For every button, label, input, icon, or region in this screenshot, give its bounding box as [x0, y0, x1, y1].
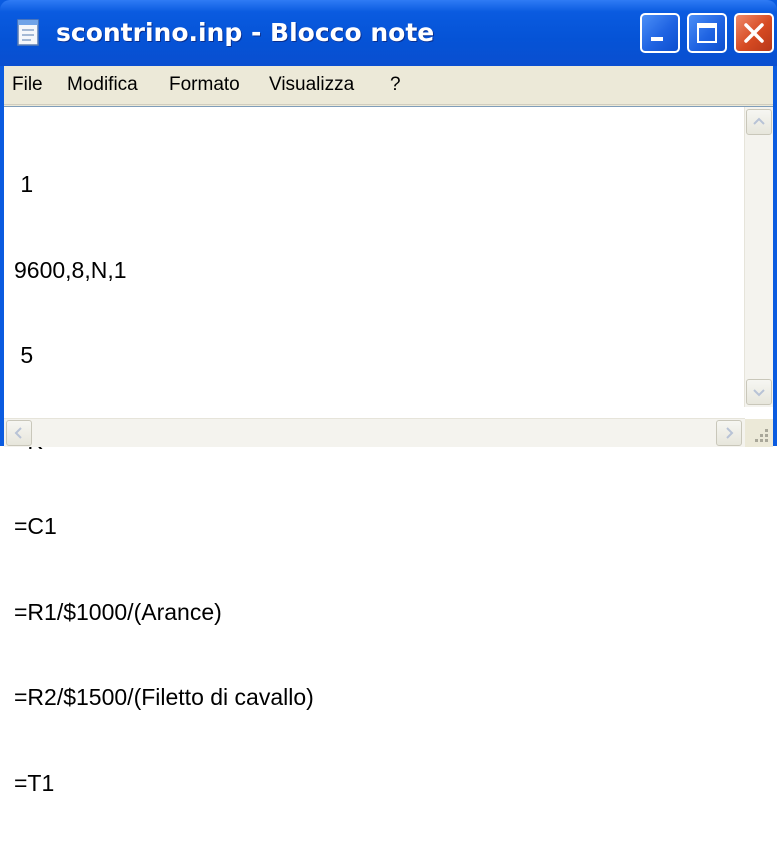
scroll-left-button[interactable]	[6, 420, 32, 446]
maximize-button[interactable]	[687, 13, 727, 53]
notepad-window: scontrino.inp - Blocco note File Modific…	[0, 0, 777, 796]
notepad-icon[interactable]	[14, 17, 42, 47]
text-line: =C1	[14, 513, 57, 539]
scroll-right-button[interactable]	[716, 420, 742, 446]
window-frame: File Modifica Formato Visualizza ? 1 960…	[4, 66, 773, 796]
title-bar[interactable]: scontrino.inp - Blocco note	[0, 0, 777, 66]
menu-help[interactable]: ?	[390, 74, 401, 96]
text-line: 1	[14, 171, 34, 197]
text-line: =R1/$1000/(Arance)	[14, 598, 222, 625]
window-title: scontrino.inp - Blocco note	[56, 18, 435, 47]
horizontal-scrollbar[interactable]	[4, 418, 745, 447]
resize-grip[interactable]	[745, 419, 773, 447]
text-line: 9600,8,N,1	[14, 256, 127, 283]
minimize-button[interactable]	[640, 13, 680, 53]
text-editor[interactable]: 1 9600,8,N,1 5 =K =C1 =R1/$1000/(Arance)…	[4, 106, 773, 796]
text-line: =T1	[14, 769, 55, 796]
vertical-scrollbar[interactable]	[744, 107, 773, 407]
resize-grip-icon	[755, 429, 768, 442]
minimize-icon	[651, 37, 663, 41]
menu-modifica[interactable]: Modifica	[67, 74, 138, 96]
chevron-up-icon	[753, 117, 765, 125]
menu-formato[interactable]: Formato	[169, 74, 240, 96]
text-line: 5	[14, 342, 34, 368]
close-button[interactable]	[734, 13, 774, 53]
scroll-down-button[interactable]	[746, 379, 772, 405]
close-icon	[744, 23, 764, 43]
scroll-up-button[interactable]	[746, 109, 772, 135]
chevron-left-icon	[14, 427, 22, 439]
text-area[interactable]: 1 9600,8,N,1 5 =K =C1 =R1/$1000/(Arance)…	[14, 113, 734, 796]
text-line: =R2/$1500/(Filetto di cavallo)	[14, 684, 314, 710]
chevron-down-icon	[753, 389, 765, 397]
menu-visualizza[interactable]: Visualizza	[269, 74, 354, 96]
menu-file[interactable]: File	[12, 74, 43, 96]
menu-bar: File Modifica Formato Visualizza ?	[4, 66, 773, 105]
chevron-right-icon	[726, 427, 734, 439]
maximize-icon	[697, 23, 717, 43]
